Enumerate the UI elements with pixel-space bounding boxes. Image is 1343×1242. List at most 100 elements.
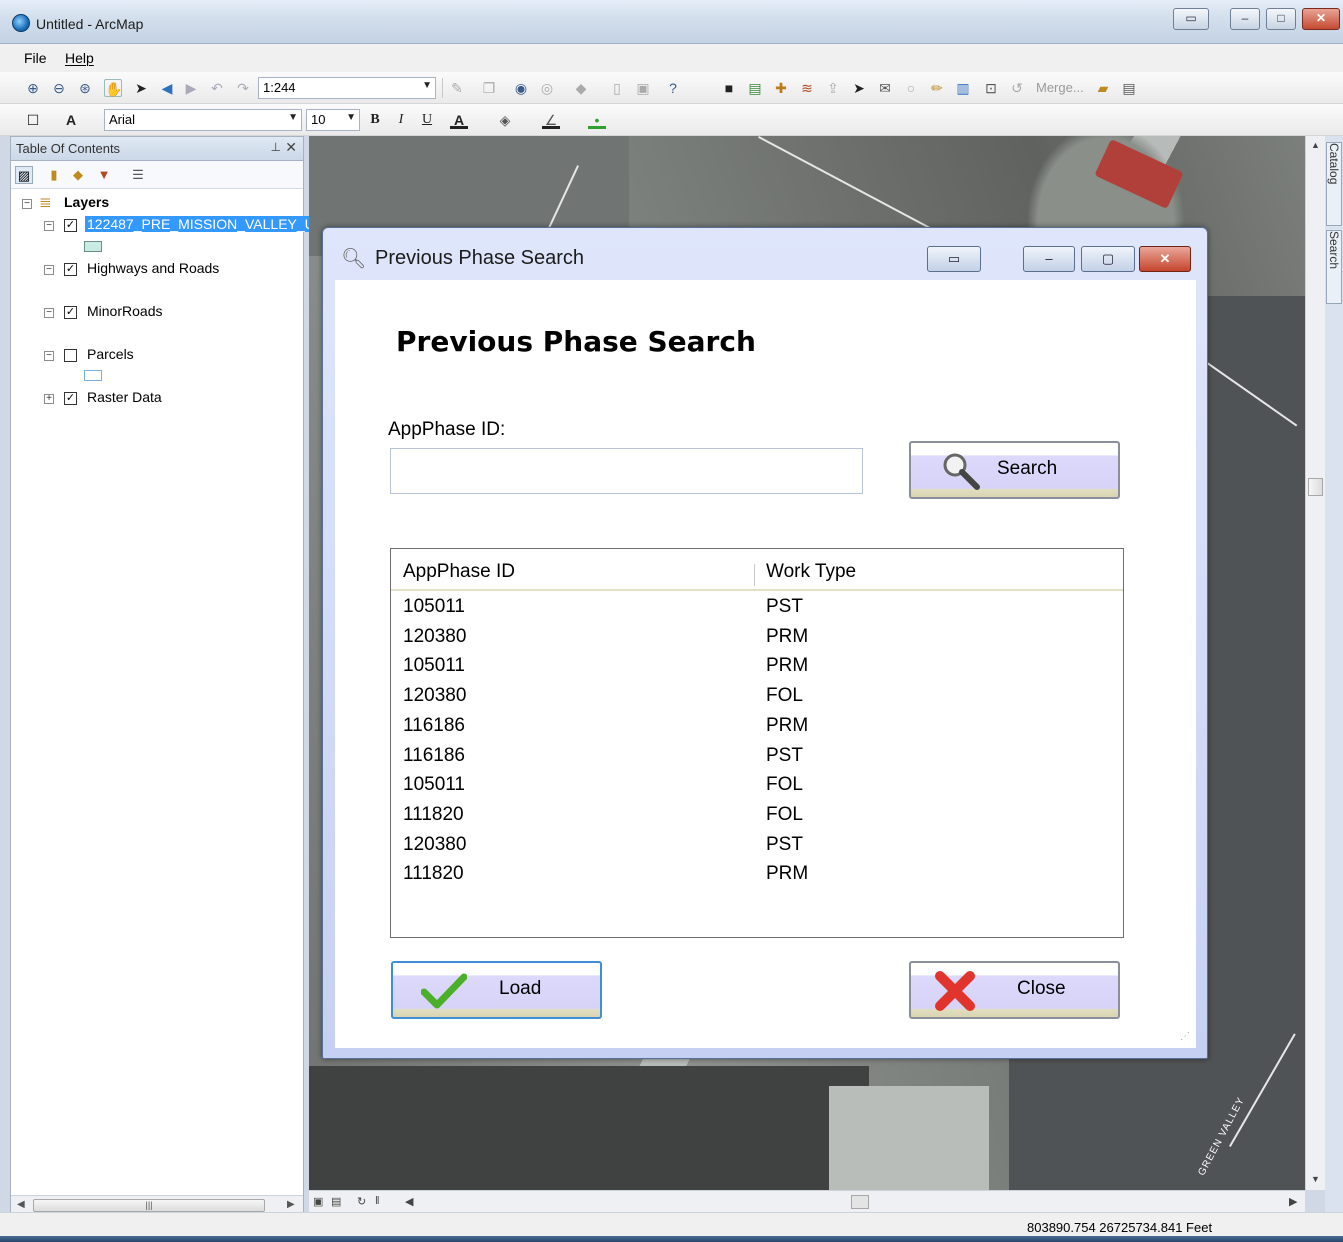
collapse-icon[interactable]: − [44, 221, 54, 231]
restore-layout-button[interactable]: ▭ [1173, 8, 1209, 30]
layer-item-mission-valley[interactable]: 122487_PRE_MISSION_VALLEY_UN [85, 216, 327, 232]
maximize-button[interactable]: □ [1266, 8, 1296, 30]
dialog-close-button[interactable]: ✕ [1139, 246, 1191, 272]
export-icon[interactable]: ⇪ [824, 79, 842, 97]
collapse-icon[interactable]: − [44, 265, 54, 275]
close-icon[interactable]: ✕ [285, 139, 297, 156]
results-grid[interactable]: AppPhase ID Work Type 105011 PST 120380 PRM… [390, 548, 1124, 938]
scroll-right-icon[interactable]: ▶ [287, 1199, 295, 1210]
scrollbar-thumb[interactable] [1308, 478, 1323, 496]
scroll-left-icon[interactable]: ◀ [405, 1195, 413, 1208]
refresh-icon[interactable]: ↻ [357, 1195, 366, 1208]
menu-file[interactable]: File [24, 50, 47, 66]
help-question-icon[interactable]: ? [664, 79, 682, 97]
table-row[interactable]: 105011 PST [391, 593, 1123, 623]
layer-item-raster-data[interactable]: Raster Data [87, 389, 162, 405]
collapse-icon[interactable]: − [44, 308, 54, 318]
table-row[interactable]: 105011 PRM [391, 652, 1123, 682]
edit-tool-icon[interactable]: ➤ [850, 79, 868, 97]
list-by-source-icon[interactable]: ▮ [45, 166, 63, 184]
map-vertical-scrollbar[interactable]: ▲ ▼ [1305, 136, 1325, 1190]
pin-icon[interactable]: ⊥ [271, 140, 281, 154]
minimize-button[interactable]: – [1230, 8, 1260, 30]
undo-icon[interactable]: ↶ [208, 79, 226, 97]
identify-icon[interactable]: ◉ [512, 79, 530, 97]
scroll-left-icon[interactable]: ◀ [17, 1199, 25, 1210]
editor-icon[interactable]: ▤ [746, 79, 764, 97]
close-button[interactable]: Close [909, 961, 1120, 1019]
column-header-appphase-id[interactable]: AppPhase ID [403, 561, 515, 583]
marker-color-icon[interactable]: • [588, 111, 606, 129]
zoom-in-icon[interactable]: ⊕ [24, 79, 42, 97]
fixed-zoom-icon[interactable]: ⊛ [76, 79, 94, 97]
collapse-icon[interactable]: − [44, 351, 54, 361]
resize-grip-icon[interactable]: ⋰ [1180, 1031, 1190, 1042]
circle-icon[interactable]: ○ [902, 79, 920, 97]
table-row[interactable]: 120380 PRM [391, 623, 1123, 653]
document-icon[interactable]: ▤ [1120, 79, 1138, 97]
scrollbar-thumb[interactable]: ||| [33, 1199, 265, 1212]
line-color-icon[interactable]: ∠ [542, 111, 560, 129]
column-header-work-type[interactable]: Work Type [766, 561, 856, 583]
layer-item-minor-roads[interactable]: MinorRoads [87, 303, 162, 319]
list-by-visibility-icon[interactable]: ◆ [69, 166, 87, 184]
forward-extent-icon[interactable]: ▶ [182, 79, 200, 97]
page-icon[interactable]: ▯ [608, 79, 626, 97]
options-icon[interactable]: ☰ [129, 166, 147, 184]
edit-icon[interactable]: ✎ [448, 79, 466, 97]
layers-root-label[interactable]: Layers [64, 194, 109, 210]
fill-color-icon[interactable]: ◈ [496, 111, 514, 129]
expand-icon[interactable]: + [44, 394, 54, 404]
sketch-icon[interactable]: ⊡ [982, 79, 1000, 97]
font-name-combo[interactable]: Arial ▼ [104, 109, 302, 131]
attributes-icon[interactable]: ▥ [954, 79, 972, 97]
folder-icon[interactable]: ▰ [1094, 79, 1112, 97]
data-view-icon[interactable]: ▣ [313, 1195, 323, 1208]
list-by-selection-icon[interactable]: ▼ [95, 166, 113, 184]
layer-item-highways[interactable]: Highways and Roads [87, 260, 219, 276]
bold-button[interactable]: B [366, 111, 384, 129]
dialog-minimize-button[interactable]: – [1023, 246, 1075, 272]
load-button[interactable]: Load [391, 961, 602, 1019]
menu-help[interactable]: Help [65, 50, 94, 66]
search-button[interactable]: Search [909, 441, 1120, 499]
table-row[interactable]: 116186 PST [391, 742, 1123, 772]
dialog-maximize-button[interactable]: ▢ [1081, 246, 1135, 272]
pan-hand-icon[interactable]: ✋ [104, 79, 122, 97]
underline-button[interactable]: U [418, 111, 436, 129]
layer-visibility-checkbox[interactable]: ✓ [64, 306, 77, 319]
layer-visibility-checkbox[interactable] [64, 349, 77, 362]
copy-icon[interactable]: ❐ [480, 79, 498, 97]
scrollbar-thumb[interactable] [851, 1195, 869, 1209]
table-row[interactable]: 111820 FOL [391, 801, 1123, 831]
scroll-right-icon[interactable]: ▶ [1289, 1195, 1297, 1208]
collapse-icon[interactable]: − [22, 199, 32, 209]
appphase-id-input[interactable] [390, 448, 863, 494]
dialog-layout-button[interactable]: ▭ [927, 246, 981, 272]
pause-drawing-icon[interactable]: ‖ [375, 1195, 380, 1207]
text-tool-icon[interactable]: A [62, 111, 80, 129]
table-row[interactable]: 111820 PRM [391, 860, 1123, 890]
close-window-button[interactable]: ✕ [1302, 8, 1340, 30]
layer-stack-icon[interactable]: ≋ [798, 79, 816, 97]
envelope-icon[interactable]: ✉ [876, 79, 894, 97]
back-extent-icon[interactable]: ◀ [158, 79, 176, 97]
layer-visibility-checkbox[interactable]: ✓ [64, 392, 77, 405]
font-size-combo[interactable]: 10 ▼ [306, 109, 360, 131]
clear-icon[interactable]: ▣ [634, 79, 652, 97]
save-icon[interactable]: ■ [720, 79, 738, 97]
table-row[interactable]: 120380 PST [391, 831, 1123, 861]
table-row[interactable]: 105011 FOL [391, 771, 1123, 801]
scroll-up-icon[interactable]: ▲ [1311, 140, 1320, 150]
layer-visibility-checkbox[interactable]: ✓ [64, 219, 77, 232]
merge-button[interactable]: Merge... [1036, 80, 1084, 95]
catalog-tab[interactable]: Catalog [1326, 142, 1342, 226]
scroll-down-icon[interactable]: ▼ [1311, 1174, 1320, 1184]
select-arrow-icon[interactable]: ➤ [132, 79, 150, 97]
zoom-out-icon[interactable]: ⊖ [50, 79, 68, 97]
rectangle-select-icon[interactable]: ☐ [24, 111, 42, 129]
italic-button[interactable]: I [392, 111, 410, 129]
table-row[interactable]: 120380 FOL [391, 682, 1123, 712]
map-horizontal-scrollbar[interactable]: ▣ ▤ ↻ ‖ ◀ ▶ [309, 1190, 1305, 1212]
map-scale-combo[interactable]: 1:244 ▼ [258, 77, 436, 99]
